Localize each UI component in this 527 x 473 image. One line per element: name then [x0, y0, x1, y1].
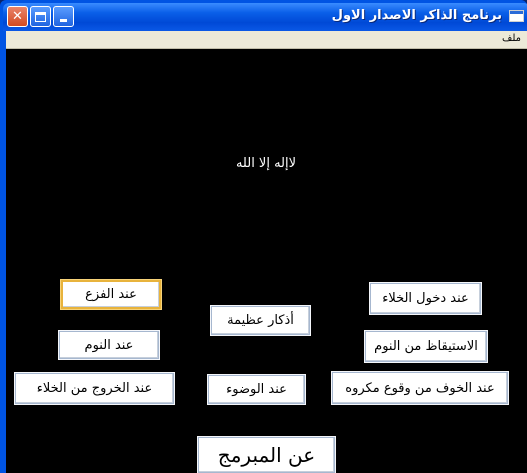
window-title: برنامج الذاكر الاصدار الاول [331, 8, 502, 23]
close-button[interactable]: ✕ [7, 6, 28, 27]
app-window: ✕ برنامج الذاكر الاصدار الاول ملف لاإله … [0, 0, 527, 473]
close-icon: ✕ [12, 9, 23, 24]
entering-toilet-button[interactable]: عند دخول الخلاء [369, 282, 482, 315]
maximize-button[interactable] [30, 6, 51, 27]
menu-file[interactable]: ملف [502, 33, 521, 44]
about-programmer-button[interactable]: عن المبرمج [197, 436, 336, 473]
app-icon [509, 10, 524, 22]
menu-bar: ملف [6, 31, 527, 49]
maximize-icon [35, 11, 46, 22]
fear-of-harm-button[interactable]: عند الخوف من وقوع مكروه [331, 371, 509, 405]
great-adhkar-button[interactable]: أذكار عظيمة [210, 305, 311, 336]
main-panel: لاإله إلا الله عند الفزع عند دخول الخلاء… [6, 49, 527, 473]
minimize-button[interactable] [53, 6, 74, 27]
leaving-toilet-button[interactable]: عند الخروج من الخلاء [14, 372, 175, 405]
sleep-button[interactable]: عند النوم [58, 330, 160, 360]
waking-button[interactable]: الاستيقاظ من النوم [364, 330, 488, 363]
minimize-icon [60, 19, 67, 22]
tahlil-text: لاإله إلا الله [235, 156, 297, 171]
wudu-button[interactable]: عند الوضوء [207, 374, 306, 405]
title-bar[interactable]: ✕ برنامج الذاكر الاصدار الاول [3, 3, 527, 31]
fear-button[interactable]: عند الفزع [60, 279, 162, 310]
